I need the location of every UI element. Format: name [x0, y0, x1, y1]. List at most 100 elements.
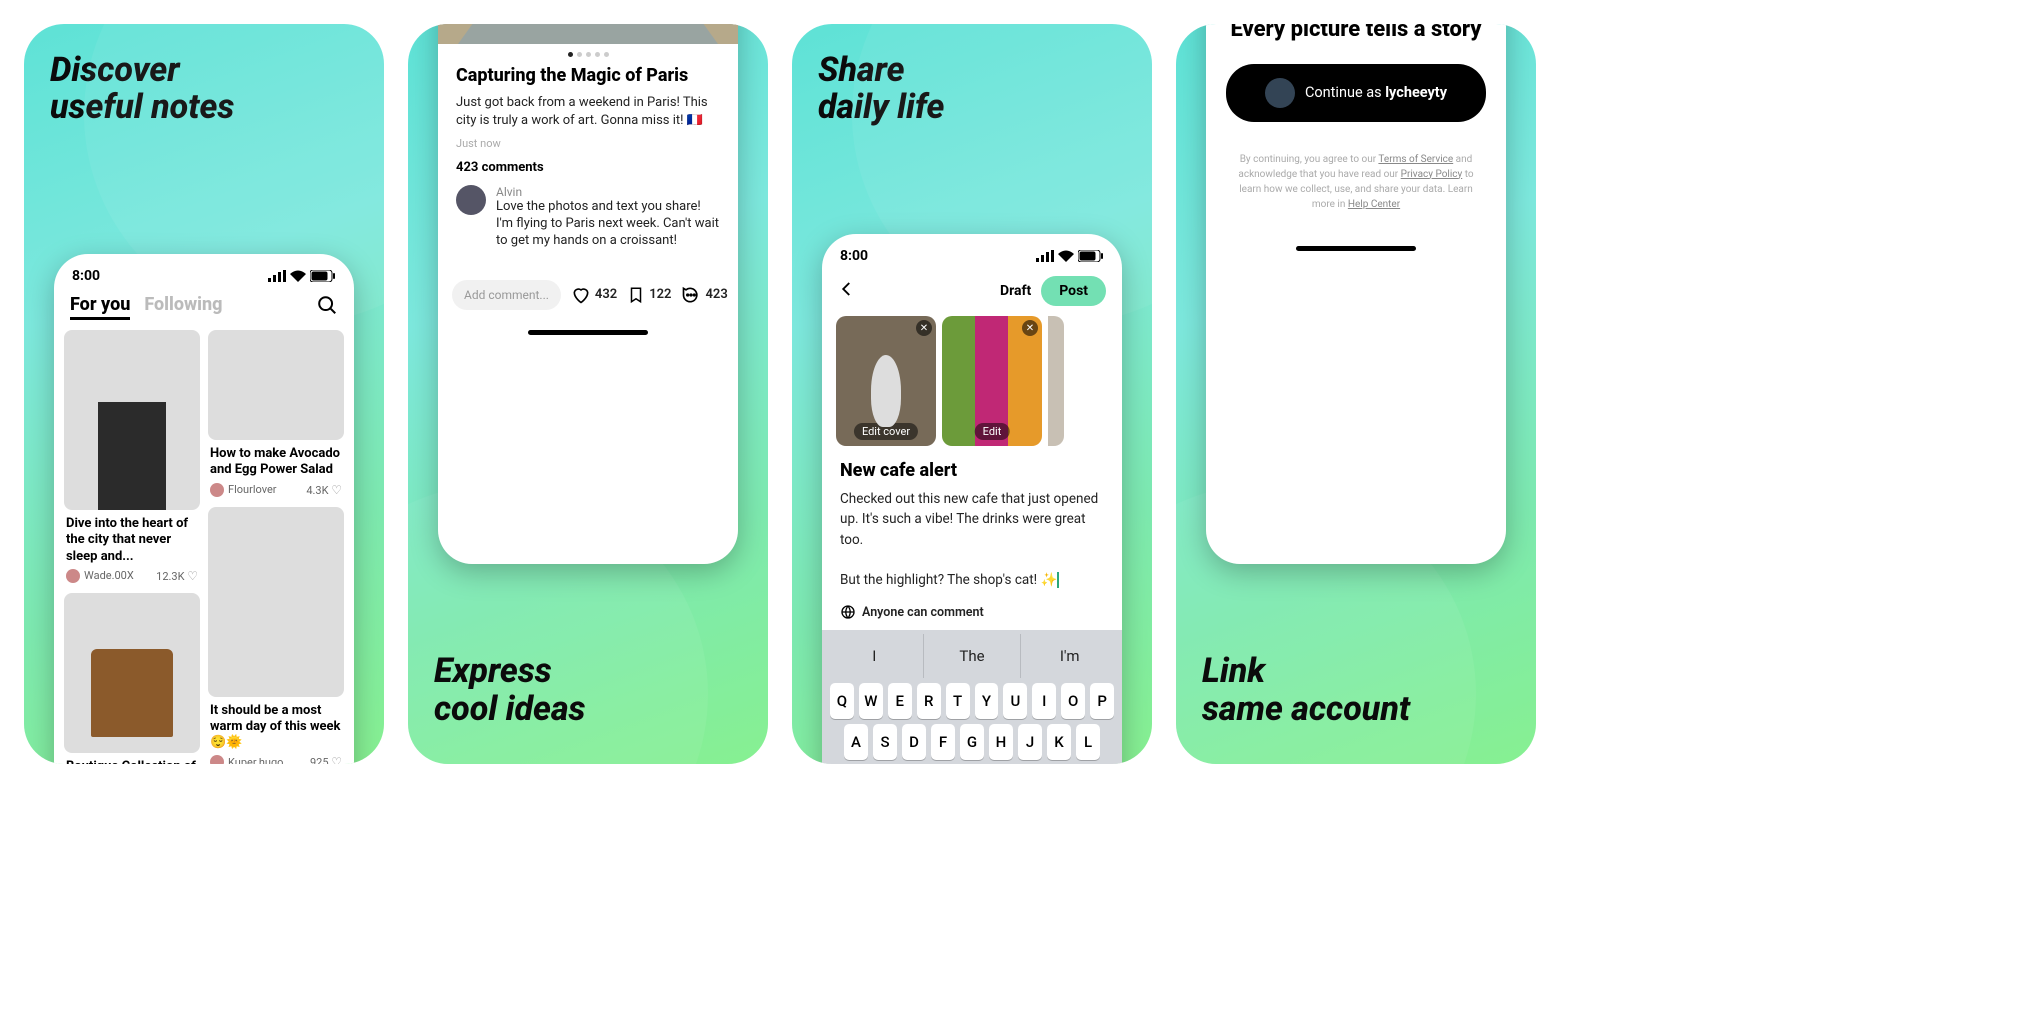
card-user: Flourlover — [228, 483, 277, 496]
tab-for-you[interactable]: For you — [70, 294, 130, 320]
card-user: Kuper.hugo — [228, 756, 283, 764]
dot-icon — [577, 52, 582, 57]
comment-count: 423 — [705, 287, 727, 302]
post-body-text: Just got back from a weekend in Paris! T… — [456, 94, 720, 129]
headline-express: Express cool ideas — [408, 625, 611, 728]
card-likes: 12.3K — [156, 570, 184, 583]
comment-item[interactable]: Alvin Love the photos and text you share… — [456, 185, 720, 250]
card-image — [208, 507, 344, 697]
dot-icon — [604, 52, 609, 57]
post-action-bar: Add comment... 432 122 423 — [438, 272, 738, 328]
card-title: How to make Avocado and Egg Power Salad — [208, 440, 344, 481]
dot-icon — [568, 52, 573, 57]
card-image — [64, 593, 200, 753]
promo-panel-discover: Discover useful notes 8:00 For you Follo… — [24, 24, 384, 764]
kb-key[interactable]: J — [1018, 724, 1042, 760]
status-time: 8:00 — [840, 248, 868, 264]
phone-mock-post-detail: Capturing the Magic of Paris Just got ba… — [438, 24, 738, 564]
kb-key[interactable]: A — [844, 724, 868, 760]
audience-selector[interactable]: Anyone can comment — [822, 590, 1122, 630]
image-paginator[interactable] — [438, 44, 738, 61]
kb-key[interactable]: F — [931, 724, 955, 760]
help-center-link[interactable]: Help Center — [1348, 199, 1400, 210]
comment-button[interactable]: 423 — [681, 285, 727, 305]
edit-thumb-button[interactable]: Edit — [975, 423, 1010, 440]
thumbnail[interactable]: ✕ Edit — [942, 316, 1042, 446]
audience-label: Anyone can comment — [862, 605, 984, 620]
like-button[interactable]: 432 — [571, 285, 617, 305]
feed-card[interactable]: Boutique Collection of Autumn Short Boot… — [64, 593, 200, 764]
kb-key[interactable]: Y — [975, 683, 999, 719]
comment-text: Love the photos and text you share! I'm … — [496, 199, 720, 250]
kb-key[interactable]: E — [888, 683, 912, 719]
continue-as-button[interactable]: Continue as lycheeyty — [1226, 64, 1486, 122]
back-button[interactable] — [838, 280, 856, 302]
kb-key[interactable]: K — [1047, 724, 1071, 760]
tab-following[interactable]: Following — [144, 294, 222, 320]
kb-key[interactable]: R — [917, 683, 941, 719]
promo-panel-link: Every picture tells a story Continue as … — [1176, 24, 1536, 764]
heart-icon[interactable]: ♡ — [331, 483, 342, 497]
kb-suggestion[interactable]: I'm — [1020, 634, 1118, 678]
wifi-icon — [290, 270, 306, 282]
onboarding-headline: Every picture tells a story — [1206, 24, 1506, 64]
kb-key[interactable]: S — [873, 724, 897, 760]
keyboard-row: A S D F G H J K L — [826, 719, 1118, 760]
heart-icon[interactable]: ♡ — [187, 569, 198, 583]
draft-button[interactable]: Draft — [1000, 283, 1031, 299]
kb-key[interactable]: T — [946, 683, 970, 719]
kb-key[interactable]: D — [902, 724, 926, 760]
text-cursor — [1057, 572, 1059, 588]
thumbnail-peek[interactable] — [1048, 316, 1064, 446]
tos-link[interactable]: Terms of Service — [1378, 154, 1453, 165]
feed-card[interactable]: How to make Avocado and Egg Power Salad … — [208, 330, 344, 499]
continue-prefix: Continue as — [1305, 84, 1385, 101]
wifi-icon — [1058, 250, 1074, 262]
kb-key[interactable]: P — [1090, 683, 1114, 719]
promo-panel-express: Capturing the Magic of Paris Just got ba… — [408, 24, 768, 764]
card-image — [64, 330, 200, 510]
kb-suggestion[interactable]: I — [826, 634, 923, 678]
bookmark-button[interactable]: 122 — [627, 285, 671, 305]
heart-icon[interactable]: ♡ — [331, 755, 342, 764]
like-count: 432 — [595, 287, 617, 302]
compose-body-line1: Checked out this new cafe that just open… — [840, 491, 1098, 548]
avatar-icon — [210, 755, 224, 764]
kb-key[interactable]: U — [1003, 683, 1027, 719]
compose-body-input[interactable]: Checked out this new cafe that just open… — [822, 489, 1122, 590]
privacy-link[interactable]: Privacy Policy — [1401, 169, 1463, 180]
status-time: 8:00 — [72, 268, 100, 284]
comments-header: 423 comments — [456, 160, 720, 175]
keyboard: I The I'm Q W E R T Y U I O P A — [822, 630, 1122, 764]
add-comment-input[interactable]: Add comment... — [452, 280, 561, 310]
home-indicator — [528, 330, 648, 335]
avatar-icon — [66, 569, 80, 583]
feed-card[interactable]: It should be a most warm day of this wee… — [208, 507, 344, 765]
kb-key[interactable]: I — [1032, 683, 1056, 719]
remove-thumb-icon[interactable]: ✕ — [1022, 320, 1038, 336]
avatar-icon — [1265, 78, 1295, 108]
feed-tabs-row: For you Following — [54, 290, 354, 330]
avatar-icon — [210, 483, 224, 497]
globe-icon — [840, 604, 856, 620]
remove-thumb-icon[interactable]: ✕ — [916, 320, 932, 336]
kb-key[interactable]: O — [1061, 683, 1085, 719]
kb-key[interactable]: L — [1076, 724, 1100, 760]
kb-key[interactable]: H — [989, 724, 1013, 760]
kb-key[interactable]: Q — [830, 683, 854, 719]
feed-card[interactable]: Dive into the heart of the city that nev… — [64, 330, 200, 585]
kb-suggestion[interactable]: The — [923, 634, 1021, 678]
kb-key[interactable]: G — [960, 724, 984, 760]
kb-key[interactable]: W — [859, 683, 883, 719]
post-hero-image[interactable] — [438, 24, 738, 44]
card-likes: 4.3K — [306, 484, 328, 497]
card-image — [208, 330, 344, 440]
thumbnail[interactable]: ✕ Edit cover — [836, 316, 936, 446]
post-title: Capturing the Magic of Paris — [456, 65, 720, 86]
compose-thumbnails: ✕ Edit cover ✕ Edit — [822, 316, 1122, 446]
card-user: Wade.00X — [84, 569, 134, 582]
edit-cover-button[interactable]: Edit cover — [854, 423, 918, 440]
post-button[interactable]: Post — [1041, 276, 1106, 306]
search-icon[interactable] — [316, 294, 338, 320]
compose-title-input[interactable]: New cafe alert — [822, 446, 1122, 489]
